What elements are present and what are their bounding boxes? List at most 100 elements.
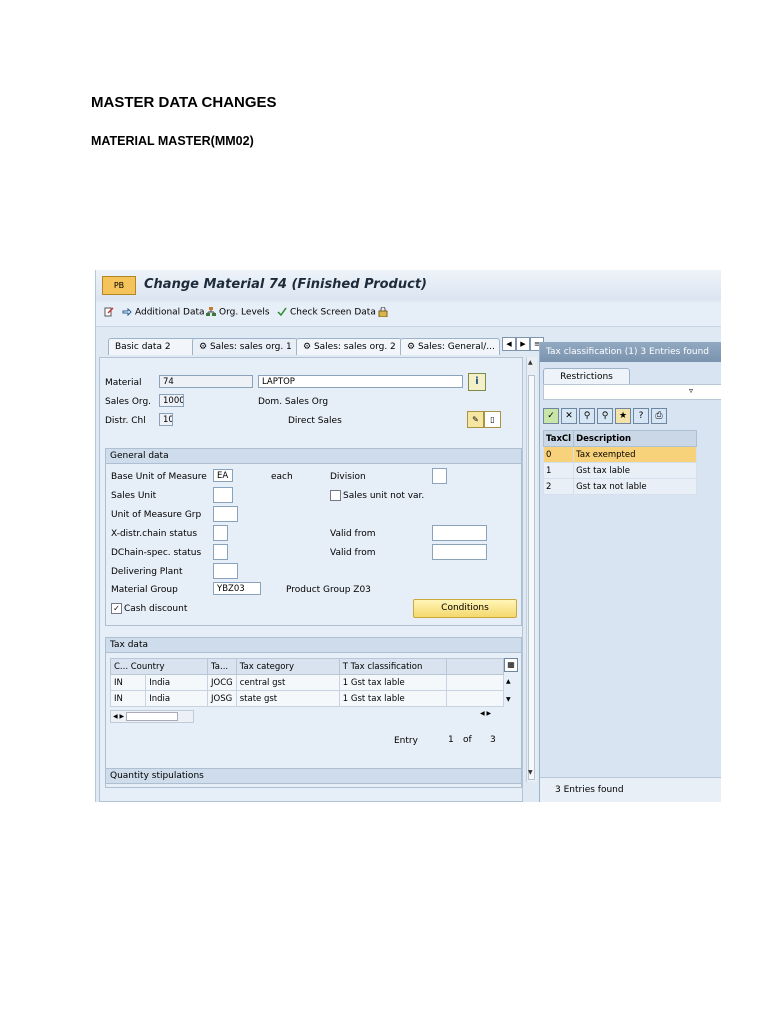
valid-from-field-2[interactable] bbox=[432, 544, 487, 560]
checkmark-icon[interactable]: ✓ bbox=[111, 603, 122, 614]
quantity-stipulations-group[interactable]: Quantity stipulations bbox=[105, 768, 522, 788]
entry-total: 3 bbox=[490, 735, 496, 745]
org-data-icon[interactable]: ✎ bbox=[467, 411, 484, 428]
org-levels-icon bbox=[206, 307, 216, 316]
valid-from-label-2: Valid from bbox=[330, 548, 376, 558]
item-code: 1 bbox=[542, 462, 575, 479]
material-group-field[interactable]: YBZ03 bbox=[213, 582, 261, 595]
sap-screenshot: PB Change Material 74 (Finished Product)… bbox=[95, 270, 721, 802]
col-header-description[interactable]: Description bbox=[573, 430, 698, 447]
tab-sales-org-2[interactable]: ⚙ Sales: sales org. 2 bbox=[296, 338, 402, 355]
arrow-right-icon bbox=[122, 307, 132, 317]
document-heading: MASTER DATA CHANGES bbox=[91, 94, 277, 111]
cash-discount-checkbox[interactable]: ✓ Cash discount bbox=[111, 603, 187, 614]
division-label: Division bbox=[330, 472, 366, 482]
item-code: 2 bbox=[542, 478, 575, 495]
cell-tax-classification[interactable]: 1 Gst tax lable bbox=[338, 674, 447, 691]
cell-tax-classification[interactable]: 1 Gst tax lable bbox=[338, 690, 447, 707]
cell-tax-type: JOCG bbox=[207, 674, 237, 691]
scroll-left-right-icon[interactable]: ◀ ▶ bbox=[480, 710, 491, 717]
cell-tax-type: JOSG bbox=[207, 690, 237, 707]
cell-blank bbox=[445, 674, 504, 691]
col-header[interactable]: Tax category bbox=[235, 658, 340, 675]
list-item[interactable]: 1 Gst tax lable bbox=[542, 462, 698, 479]
tab-sales-org-1[interactable]: ⚙ Sales: sales org. 1 bbox=[192, 338, 298, 355]
confirm-icon[interactable]: ✓ bbox=[543, 408, 559, 424]
scroll-down-icon[interactable]: ▼ bbox=[528, 769, 533, 776]
material-group-text: Product Group Z03 bbox=[286, 585, 371, 595]
horizontal-scrollbar[interactable]: ◀ ▶ bbox=[110, 710, 194, 723]
restrictions-bar[interactable]: ▿ bbox=[543, 384, 721, 400]
table-scroll-up-icon[interactable]: ▲ bbox=[506, 678, 511, 685]
base-uom-field[interactable]: EA bbox=[213, 469, 233, 482]
tax-data-group: Tax data C... Country Ta... Tax category… bbox=[105, 637, 522, 769]
col-header-blank bbox=[445, 658, 504, 675]
table-row[interactable]: IN India JOSG state gst 1 Gst tax lable bbox=[109, 690, 504, 707]
tab-scroll-right-icon[interactable]: ▶ bbox=[516, 337, 530, 351]
find-next-icon[interactable]: ⚲ bbox=[597, 408, 613, 424]
table-scroll-down-icon[interactable]: ▼ bbox=[506, 696, 511, 703]
find-icon[interactable]: ⚲ bbox=[579, 408, 595, 424]
tab-sales-general[interactable]: ⚙ Sales: General/... bbox=[400, 338, 500, 355]
favorite-icon[interactable]: ★ bbox=[615, 408, 631, 424]
list-item[interactable]: 0 Tax exempted bbox=[542, 446, 698, 463]
check-screen-data-button[interactable]: Check Screen Data bbox=[277, 307, 376, 318]
item-description: Tax exempted bbox=[573, 446, 698, 463]
scrollbar-thumb[interactable] bbox=[528, 375, 535, 780]
xdistr-status-field[interactable] bbox=[213, 525, 228, 541]
tab-scroll-left-icon[interactable]: ◀ bbox=[502, 337, 516, 351]
material-field[interactable]: 74 bbox=[159, 375, 253, 388]
cell-tax-category: central gst bbox=[235, 674, 340, 691]
uom-grp-field[interactable] bbox=[213, 506, 238, 522]
delivering-plant-field[interactable] bbox=[213, 563, 238, 579]
cell-blank bbox=[445, 690, 504, 707]
filter-icon[interactable]: ▿ bbox=[689, 386, 693, 395]
col-header[interactable]: Ta... bbox=[207, 658, 237, 675]
application-toolbar: Additional Data Org. Levels Check Screen… bbox=[96, 302, 721, 327]
help-icon[interactable]: ? bbox=[633, 408, 649, 424]
lock-icon[interactable] bbox=[378, 307, 391, 318]
general-data-group: General data Base Unit of Measure EA eac… bbox=[105, 448, 522, 626]
org-levels-label: Org. Levels bbox=[219, 307, 270, 318]
checkbox-icon[interactable] bbox=[330, 490, 341, 501]
sales-org-label: Sales Org. bbox=[105, 397, 152, 407]
material-description-field[interactable]: LAPTOP bbox=[258, 375, 463, 388]
xdistr-status-label: X-distr.chain status bbox=[111, 529, 198, 539]
cancel-icon[interactable]: ✕ bbox=[561, 408, 577, 424]
dchain-status-field[interactable] bbox=[213, 544, 228, 560]
col-header-taxcl[interactable]: TaxCl bbox=[542, 430, 575, 447]
entry-current[interactable]: 1 bbox=[448, 735, 454, 745]
display-change-icon[interactable] bbox=[104, 307, 117, 318]
window-title: Change Material 74 (Finished Product) bbox=[144, 277, 427, 292]
additional-data-button[interactable]: Additional Data bbox=[122, 307, 205, 318]
org-levels-button[interactable]: Org. Levels bbox=[206, 307, 270, 318]
division-field[interactable] bbox=[432, 468, 447, 484]
sales-org-field[interactable]: 1000 bbox=[159, 394, 184, 407]
distr-chl-field[interactable]: 10 bbox=[159, 413, 173, 426]
main-vertical-scrollbar[interactable]: ▲ ▼ bbox=[526, 357, 537, 782]
general-data-title: General data bbox=[106, 449, 521, 464]
col-header[interactable]: T Tax classification bbox=[338, 658, 447, 675]
list-item[interactable]: 2 Gst tax not lable bbox=[542, 478, 698, 495]
sales-unit-field[interactable] bbox=[213, 487, 233, 503]
scrollbar-thumb[interactable] bbox=[126, 712, 179, 721]
app-icon[interactable]: PB bbox=[102, 276, 136, 295]
tax-data-title: Tax data bbox=[106, 638, 521, 653]
valid-from-field[interactable] bbox=[432, 525, 487, 541]
tab-label: Basic data 2 bbox=[115, 342, 171, 352]
cash-discount-label: Cash discount bbox=[124, 604, 188, 614]
item-code: 0 bbox=[542, 446, 575, 463]
tab-basic-data-2[interactable]: Basic data 2 bbox=[108, 338, 196, 355]
info-icon[interactable]: i bbox=[468, 373, 486, 391]
print-icon[interactable]: ⎙ bbox=[651, 408, 667, 424]
document-subheading: MATERIAL MASTER(MM02) bbox=[91, 134, 254, 148]
col-header[interactable]: C... Country bbox=[110, 658, 208, 675]
conditions-button[interactable]: Conditions bbox=[413, 599, 517, 618]
document-icon[interactable]: ▯ bbox=[484, 411, 501, 428]
table-row[interactable]: IN India JOCG central gst 1 Gst tax labl… bbox=[109, 674, 504, 691]
sales-unit-not-var-checkbox[interactable]: Sales unit not var. bbox=[330, 490, 424, 501]
popup-toolbar: ✓ ✕ ⚲ ⚲ ★? ⎙ bbox=[543, 408, 669, 426]
scroll-up-icon[interactable]: ▲ bbox=[528, 359, 533, 366]
table-settings-icon[interactable]: ▦ bbox=[504, 658, 518, 672]
cell-country: India bbox=[145, 690, 208, 707]
